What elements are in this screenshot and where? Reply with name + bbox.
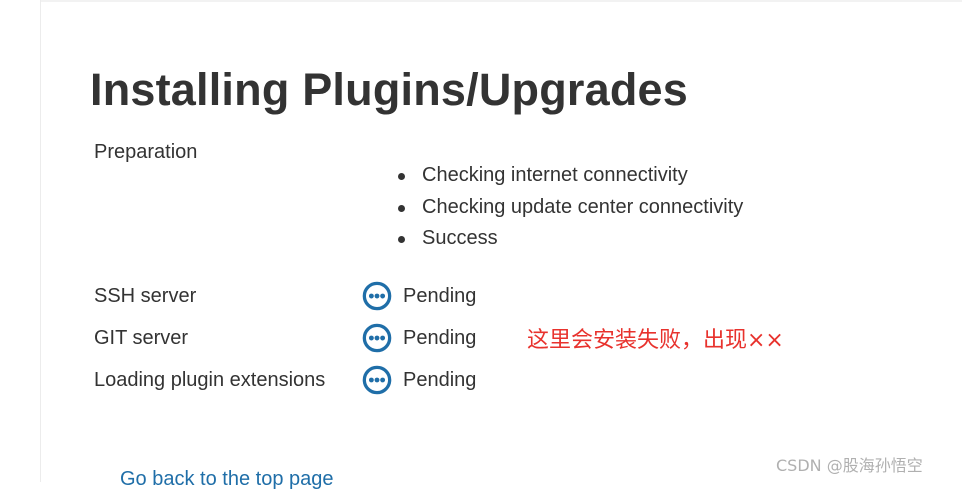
preparation-checks-list: Checking internet connectivity Checking … [398,160,743,255]
pending-icon [362,323,392,353]
check-success: Success [398,223,743,255]
plugin-status: Pending [403,368,477,391]
top-border [0,0,962,2]
plugin-row-ssh-server: SSH server Pending [94,279,476,313]
red-annotation-note: 这里会安装失败，出现×× [527,328,784,353]
page-title: Installing Plugins/Upgrades [90,64,688,115]
check-internet-connectivity: Checking internet connectivity [398,160,743,192]
check-update-center-connectivity: Checking update center connectivity [398,192,743,224]
plugin-row-git-server: GIT server Pending [94,321,476,355]
plugin-name: Loading plugin extensions [94,368,326,391]
plugin-status: Pending [403,326,477,349]
plugin-status: Pending [403,284,477,307]
pending-icon [362,365,392,395]
left-side-panel [0,0,41,482]
plugin-name: GIT server [94,326,189,349]
plugin-row-loading-plugin-extensions: Loading plugin extensions Pending [94,363,476,397]
preparation-label: Preparation [94,141,198,163]
pending-icon [362,281,392,311]
go-back-to-top-page-link[interactable]: Go back to the top page [120,468,334,491]
plugin-name: SSH server [94,284,197,307]
csdn-watermark: CSDN @股海孙悟空 [776,456,923,475]
